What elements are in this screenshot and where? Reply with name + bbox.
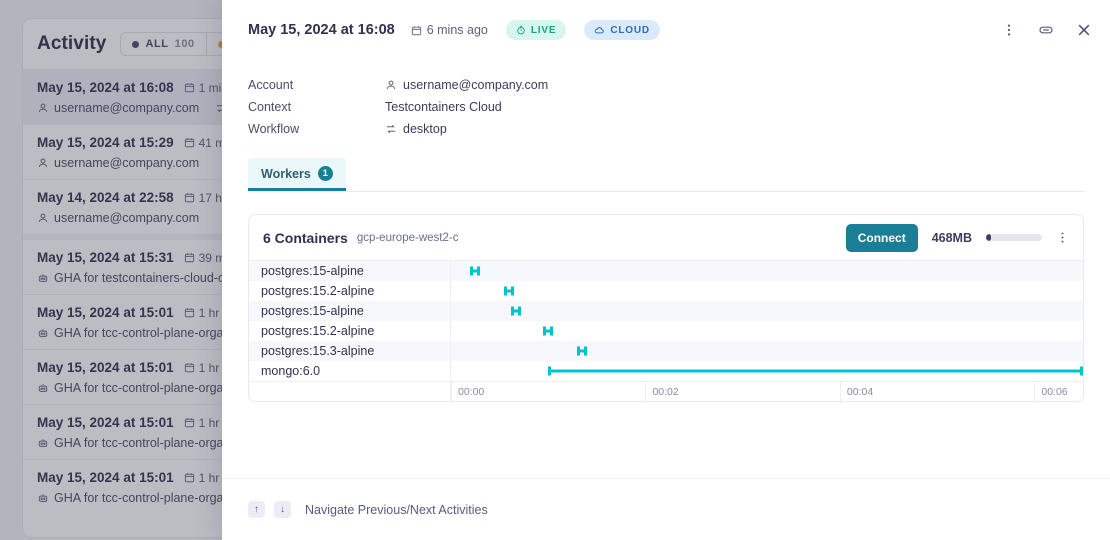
metadata-value-workflow-label: desktop	[403, 122, 447, 136]
tab-workers[interactable]: Workers 1	[248, 158, 346, 191]
gantt-row-label: postgres:15.2-alpine	[249, 281, 451, 301]
gantt-bar	[577, 350, 587, 353]
gantt-row[interactable]: postgres:15-alpine	[249, 301, 1083, 321]
gantt-row-track	[451, 281, 1083, 301]
status-badge-cloud-label: CLOUD	[610, 25, 650, 36]
gantt-row-track	[451, 261, 1083, 281]
gantt-row-label: postgres:15.2-alpine	[249, 321, 451, 341]
gantt-row[interactable]: postgres:15-alpine	[249, 261, 1083, 281]
gantt-row[interactable]: postgres:15.3-alpine	[249, 341, 1083, 361]
tab-workers-badge: 1	[318, 166, 333, 181]
gantt-row-label: mongo:6.0	[249, 361, 451, 381]
status-badge-live: LIVE	[506, 20, 566, 40]
modal-body: Account username@company.com Context Tes…	[222, 60, 1110, 478]
cloud-icon	[594, 25, 605, 36]
modal-title-date: May 15, 2024 at 16:08	[248, 22, 395, 38]
metadata-key-context: Context	[248, 100, 385, 114]
gantt-row-track	[451, 321, 1083, 341]
metadata-value-context: Testcontainers Cloud	[385, 100, 502, 114]
gantt-bar	[470, 270, 480, 273]
gantt-axis-ticks: 00:00 00:02 00:04 00:06	[451, 382, 1083, 401]
gantt-axis-tick: 00:06	[1034, 382, 1067, 401]
gantt-row-label: postgres:15-alpine	[249, 301, 451, 321]
metadata-table: Account username@company.com Context Tes…	[248, 74, 1084, 140]
gantt-row-label: postgres:15-alpine	[249, 261, 451, 281]
gantt-bar	[504, 290, 514, 293]
modal-relative-time: 6 mins ago	[411, 23, 488, 37]
gantt-row-label: postgres:15.3-alpine	[249, 341, 451, 361]
modal-relative-time-label: 6 mins ago	[427, 23, 488, 37]
worker-memory-bar-fill	[986, 234, 991, 241]
more-options-icon[interactable]	[1002, 23, 1016, 37]
metadata-row-workflow: Workflow desktop	[248, 118, 1084, 140]
metadata-value-workflow: desktop	[385, 122, 447, 136]
connect-button[interactable]: Connect	[846, 224, 918, 252]
gantt-row[interactable]: postgres:15.2-alpine	[249, 321, 1083, 341]
key-up-icon[interactable]: ↑	[248, 501, 265, 518]
worker-memory-label: 468MB	[932, 231, 972, 245]
tab-workers-label: Workers	[261, 167, 311, 181]
link-icon[interactable]	[1038, 22, 1054, 38]
modal-footer: ↑ ↓ Navigate Previous/Next Activities	[222, 478, 1110, 540]
gantt-axis-spacer	[249, 382, 451, 401]
screen: Activity ALL 100 WAR May 15, 2024 at 16:…	[0, 0, 1110, 540]
modal-header: May 15, 2024 at 16:08 6 mins ago LIVE	[222, 0, 1110, 60]
gantt-row-track	[451, 301, 1083, 321]
worker-card-actions: Connect 468MB	[846, 224, 1069, 252]
worker-region: gcp-europe-west2-c	[357, 232, 459, 244]
gantt-time-axis: 00:00 00:02 00:04 00:06	[249, 381, 1083, 401]
status-badge-live-label: LIVE	[531, 25, 556, 36]
gantt-row[interactable]: postgres:15.2-alpine	[249, 281, 1083, 301]
activity-detail-modal: May 15, 2024 at 16:08 6 mins ago LIVE	[222, 0, 1110, 540]
workflow-icon	[385, 123, 397, 135]
gantt-bar	[548, 370, 1083, 373]
gantt-row-track	[451, 361, 1083, 381]
person-icon	[385, 79, 397, 91]
gantt-bar	[511, 310, 521, 313]
calendar-icon	[411, 25, 422, 36]
worker-memory-bar	[986, 234, 1042, 241]
worker-card: 6 Containers gcp-europe-west2-c Connect …	[248, 214, 1084, 402]
footer-hint-label: Navigate Previous/Next Activities	[305, 503, 488, 517]
modal-tabs: Workers 1	[248, 158, 1084, 192]
gantt-axis-tick: 00:04	[840, 382, 873, 401]
timer-icon	[516, 25, 526, 35]
worker-more-options-icon[interactable]	[1056, 231, 1069, 244]
metadata-value-account-label: username@company.com	[403, 78, 548, 92]
metadata-row-context: Context Testcontainers Cloud	[248, 96, 1084, 118]
key-down-icon[interactable]: ↓	[274, 501, 291, 518]
gantt-axis-tick: 00:02	[645, 382, 678, 401]
status-badge-cloud: CLOUD	[584, 20, 660, 40]
gantt-row[interactable]: mongo:6.0	[249, 361, 1083, 381]
worker-container-count: 6 Containers	[263, 230, 348, 246]
modal-header-actions	[1002, 22, 1092, 38]
gantt-bar	[543, 330, 553, 333]
metadata-row-account: Account username@company.com	[248, 74, 1084, 96]
metadata-key-account: Account	[248, 78, 385, 92]
close-icon[interactable]	[1076, 22, 1092, 38]
metadata-key-workflow: Workflow	[248, 122, 385, 136]
metadata-value-account: username@company.com	[385, 78, 548, 92]
gantt-axis-tick: 00:00	[451, 382, 484, 401]
container-gantt-chart: postgres:15-alpinepostgres:15.2-alpinepo…	[249, 260, 1083, 381]
worker-card-header: 6 Containers gcp-europe-west2-c Connect …	[249, 215, 1083, 260]
gantt-row-track	[451, 341, 1083, 361]
